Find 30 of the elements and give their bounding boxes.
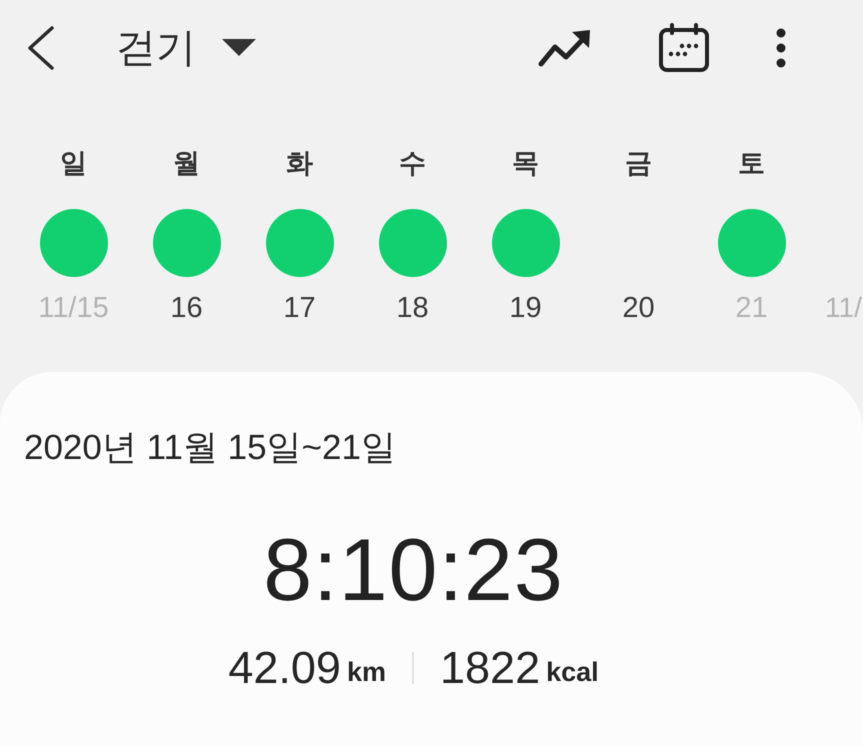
- goal-achieved-icon[interactable]: [378, 209, 446, 277]
- weekday-label: 일: [60, 147, 87, 180]
- date-label[interactable]: 17: [283, 290, 316, 326]
- more-options-icon[interactable]: [776, 28, 786, 68]
- date-label[interactable]: 20: [622, 290, 655, 326]
- goal-achieved-icon[interactable]: [718, 209, 786, 277]
- weekday-label: 월: [173, 147, 200, 180]
- page-title[interactable]: 걷기: [116, 24, 196, 72]
- dropdown-icon[interactable]: [222, 39, 256, 56]
- date-label[interactable]: 19: [509, 290, 542, 326]
- distance-unit: km: [346, 656, 386, 689]
- weekday-label: 금: [625, 147, 652, 180]
- distance-value: 42.09: [228, 642, 341, 694]
- date-label[interactable]: 18: [396, 290, 429, 326]
- goal-achieved-icon[interactable]: [492, 209, 560, 277]
- trend-icon[interactable]: [538, 28, 592, 66]
- duration-value: 8:10:23: [263, 520, 564, 620]
- goal-achieved-icon[interactable]: [152, 209, 220, 277]
- weekday-label: 수: [399, 147, 426, 180]
- calories-unit: kcal: [546, 656, 599, 689]
- goal-achieved-icon[interactable]: [266, 209, 334, 277]
- weekday-label: 목: [512, 147, 539, 180]
- date-label[interactable]: 16: [170, 290, 203, 326]
- back-icon[interactable]: [26, 26, 56, 70]
- calendar-icon[interactable]: [658, 22, 710, 72]
- goal-achieved-icon[interactable]: [40, 209, 108, 277]
- weekday-label: 화: [286, 147, 313, 180]
- weekday-label: 토: [738, 147, 765, 180]
- date-range: 2020년 11월 15일~21일: [24, 427, 397, 469]
- calories-value: 1822: [440, 642, 540, 694]
